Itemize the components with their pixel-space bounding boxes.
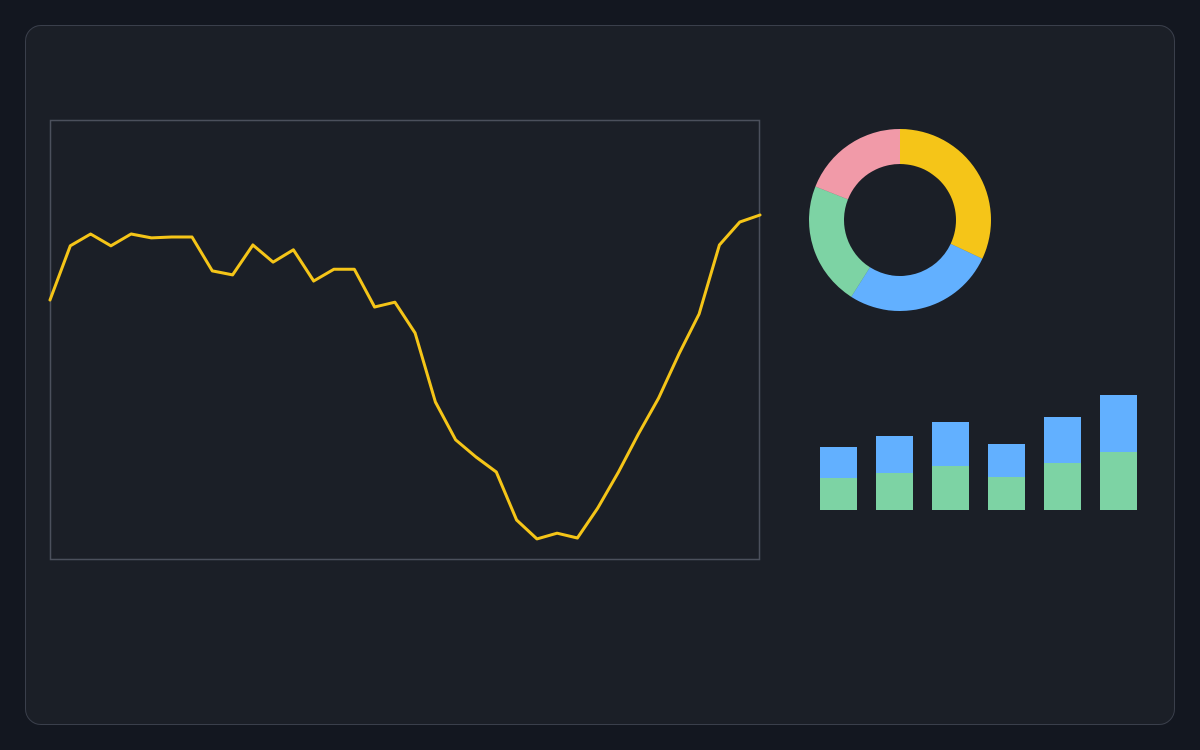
bar-2-segment-1 — [932, 422, 969, 466]
line-chart — [48, 213, 762, 541]
bar-4-segment-1 — [1044, 417, 1081, 463]
bar-1-segment-1 — [876, 436, 913, 473]
bar-3-segment-1 — [988, 444, 1025, 477]
donut-slice-2 — [809, 186, 870, 297]
bar-0-segment-0 — [820, 478, 857, 510]
donut-slice-1 — [851, 243, 983, 311]
bar-0-segment-1 — [820, 447, 857, 478]
bar-3-segment-0 — [988, 477, 1025, 510]
donut-chart — [809, 129, 992, 311]
donut-slice-3 — [815, 129, 900, 200]
donut-slice-0 — [900, 129, 992, 259]
line-series-0 — [48, 213, 762, 541]
bar-1-segment-0 — [876, 473, 913, 510]
bar-2-segment-0 — [932, 466, 969, 510]
bar-5-segment-0 — [1100, 452, 1137, 510]
line-chart-plot-area — [49, 119, 761, 561]
dashboard-charts — [48, 119, 1137, 561]
bar-4-segment-0 — [1044, 463, 1081, 510]
bar-5-segment-1 — [1100, 395, 1137, 452]
stacked-bar-chart — [820, 395, 1137, 510]
